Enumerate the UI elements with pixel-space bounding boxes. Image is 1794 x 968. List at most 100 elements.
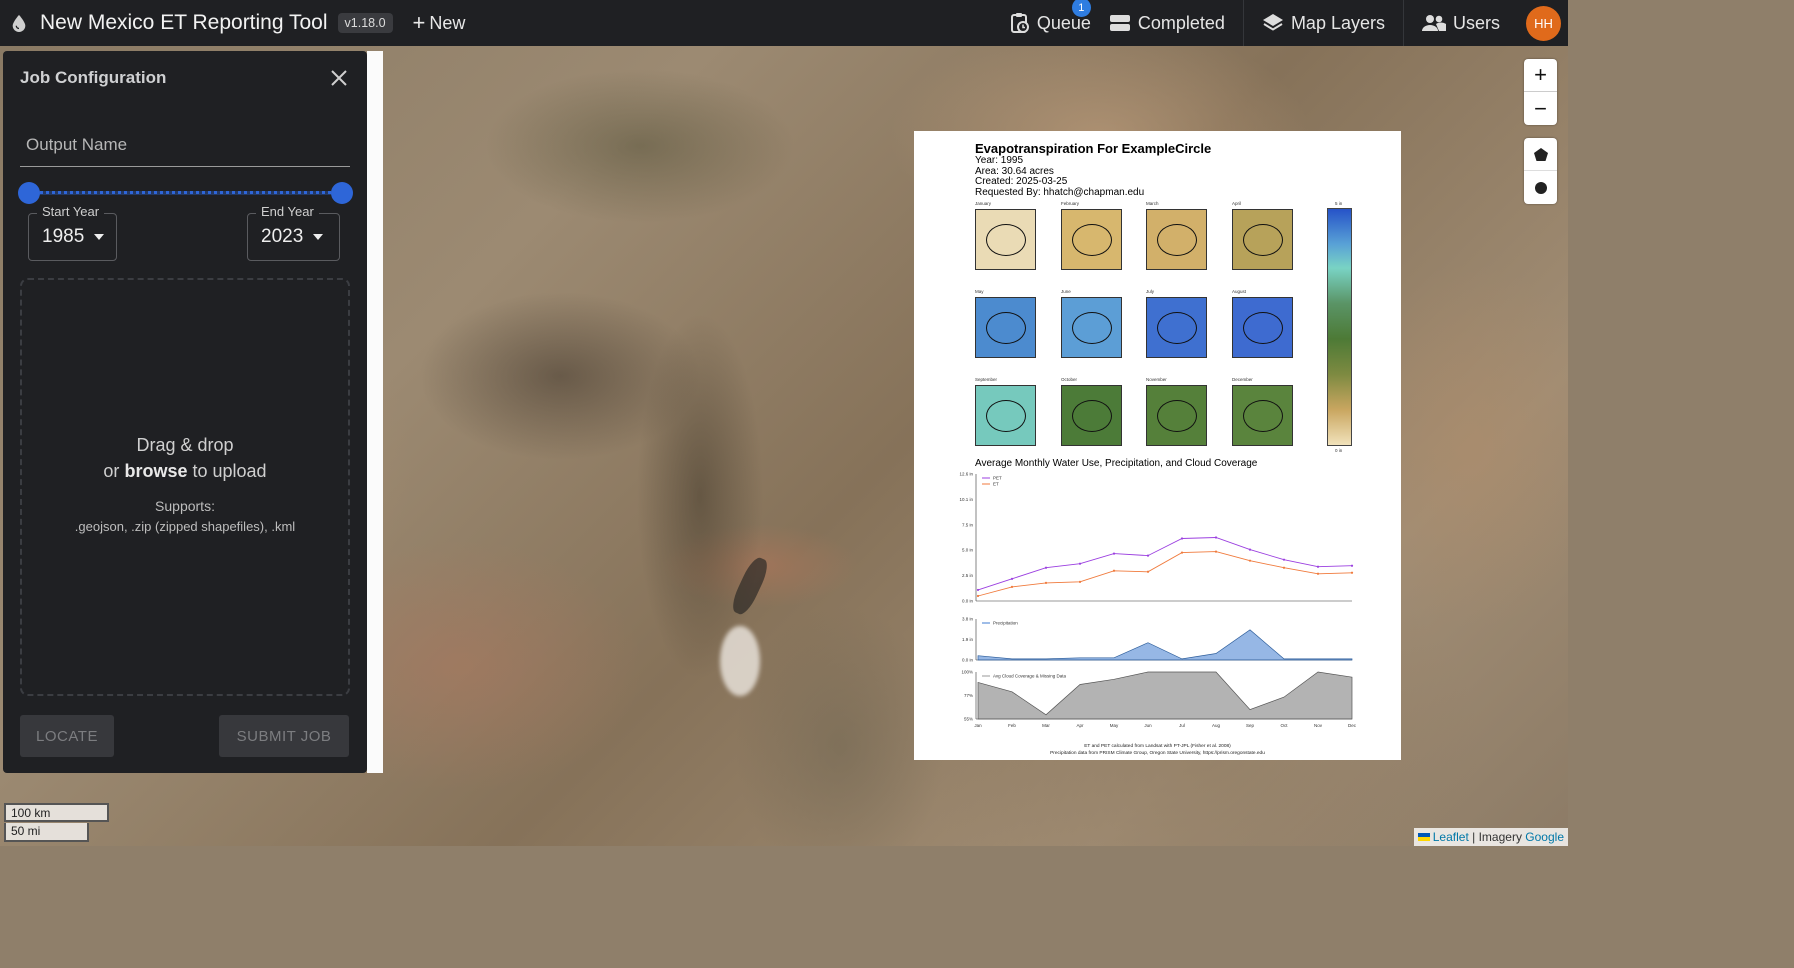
y-tick-label: 55% xyxy=(964,717,973,722)
data-point xyxy=(1316,572,1320,575)
app-title: New Mexico ET Reporting Tool xyxy=(40,11,328,34)
draw-circle-button[interactable] xyxy=(1524,171,1557,204)
map-dark-feature xyxy=(728,554,772,618)
scale-km: 100 km xyxy=(4,803,109,822)
output-name-input[interactable]: Output Name xyxy=(20,131,350,167)
zoom-in-button[interactable]: + xyxy=(1524,59,1557,92)
series-line xyxy=(977,537,1353,591)
dropzone-to-upload: to upload xyxy=(192,461,267,481)
dropzone-or: or xyxy=(103,461,120,481)
data-point xyxy=(1214,550,1218,553)
end-year-label: End Year xyxy=(256,204,319,219)
user-avatar[interactable]: HH xyxy=(1526,5,1561,41)
data-point xyxy=(1044,566,1048,569)
data-point xyxy=(1112,569,1116,572)
attribution-sep: | xyxy=(1472,830,1476,844)
imagery-label: Imagery xyxy=(1478,830,1522,844)
data-point xyxy=(1316,565,1320,568)
supported-types: .geojson, .zip (zipped shapefiles), .kml xyxy=(74,519,296,534)
users-button[interactable]: Users xyxy=(1402,0,1518,46)
leaflet-link[interactable]: Leaflet xyxy=(1433,830,1469,844)
scale-mi: 50 mi xyxy=(4,823,89,842)
data-point xyxy=(1010,577,1014,580)
submit-job-button[interactable]: SUBMIT JOB xyxy=(219,715,349,757)
slider-end-handle[interactable] xyxy=(331,182,353,204)
x-tick-label: Oct xyxy=(1280,723,1288,728)
data-point xyxy=(1282,566,1286,569)
x-tick-label: Jun xyxy=(1144,723,1152,728)
report-footer-1: ET and PET calculated from Landsat with … xyxy=(1084,744,1231,749)
close-icon[interactable] xyxy=(328,67,350,89)
data-point xyxy=(1248,548,1252,551)
x-tick-label: Dec xyxy=(1348,723,1357,728)
start-year-value: 1985 xyxy=(42,226,85,247)
data-point xyxy=(1180,537,1184,540)
chevron-down-icon xyxy=(313,234,324,240)
ukraine-flag-icon xyxy=(1417,833,1430,841)
y-tick-label: 77% xyxy=(964,693,973,698)
polygon-icon xyxy=(1533,147,1548,161)
locate-button[interactable]: LOCATE xyxy=(20,715,114,757)
data-point xyxy=(976,588,980,592)
x-tick-label: Apr xyxy=(1076,723,1084,728)
supports-label: Supports: xyxy=(155,498,215,514)
plus-icon: + xyxy=(412,10,426,35)
y-tick-label: 100% xyxy=(961,670,973,675)
series-area xyxy=(977,671,1353,720)
data-point xyxy=(976,594,980,598)
users-label: Users xyxy=(1452,12,1500,33)
clipboard-clock-icon xyxy=(1010,13,1029,33)
x-tick-label: Feb xyxy=(1008,723,1016,728)
legend-label: Precipitation xyxy=(993,621,1018,626)
archive-icon xyxy=(1109,15,1130,31)
data-point xyxy=(1010,585,1014,588)
queue-button[interactable]: Queue 1 xyxy=(992,0,1101,46)
data-point xyxy=(1044,581,1048,584)
series-area xyxy=(977,629,1353,661)
start-year-select[interactable]: Start Year 1985 xyxy=(28,204,117,261)
users-icon xyxy=(1421,15,1446,31)
dropzone-line1: Drag & drop xyxy=(136,435,234,455)
y-tick-label: 12.6 in xyxy=(959,472,973,477)
new-button[interactable]: + New xyxy=(413,12,466,34)
x-tick-label: Jan xyxy=(974,723,982,728)
zoom-control: + − xyxy=(1524,59,1557,125)
map-layers-button[interactable]: Map Layers xyxy=(1242,0,1403,46)
top-nav: Queue 1 Completed Map Layers Users HH xyxy=(992,0,1568,46)
map-attribution: Leaflet | Imagery Google xyxy=(1413,828,1568,846)
file-dropzone[interactable]: Drag & drop or browse to upload Supports… xyxy=(20,278,350,696)
draw-polygon-button[interactable] xyxy=(1524,138,1557,171)
x-tick-label: Jul xyxy=(1179,723,1185,728)
report-footer-2: Precipitation data from PRISM Climate Gr… xyxy=(1050,751,1265,756)
x-tick-label: May xyxy=(1110,723,1119,728)
map-white-feature xyxy=(720,626,760,696)
google-link[interactable]: Google xyxy=(1525,830,1564,844)
completed-button[interactable]: Completed xyxy=(1101,0,1243,46)
end-year-value: 2023 xyxy=(261,226,304,247)
top-bar: New Mexico ET Reporting Tool v1.18.0 + N… xyxy=(0,0,1568,46)
x-tick-label: Nov xyxy=(1314,723,1323,728)
panel-scrollbar[interactable] xyxy=(367,51,383,773)
slider-start-handle[interactable] xyxy=(18,182,40,204)
data-point xyxy=(1112,552,1116,555)
brand: New Mexico ET Reporting Tool v1.18.0 xyxy=(10,11,393,35)
data-point xyxy=(1078,562,1082,565)
year-range-slider[interactable] xyxy=(18,181,353,205)
completed-label: Completed xyxy=(1137,12,1225,33)
data-point xyxy=(1350,571,1354,574)
version-badge: v1.18.0 xyxy=(337,13,393,33)
zoom-out-button[interactable]: − xyxy=(1524,92,1557,125)
report-preview[interactable]: Evapotranspiration For ExampleCircle Yea… xyxy=(914,131,1401,760)
layers-icon xyxy=(1262,14,1283,31)
end-year-select[interactable]: End Year 2023 xyxy=(247,204,340,261)
start-year-label: Start Year xyxy=(37,204,105,219)
y-tick-label: 10.1 in xyxy=(959,497,973,502)
browse-link[interactable]: browse xyxy=(124,461,187,481)
y-tick-label: 3.8 in xyxy=(962,617,974,622)
data-point xyxy=(1248,559,1252,562)
series-line xyxy=(977,551,1353,597)
legend-label: Avg Cloud Coverage & Missing Data xyxy=(993,674,1066,679)
y-tick-label: 0.0 in xyxy=(962,599,974,604)
draw-toolbar xyxy=(1524,138,1557,204)
map-layers-label: Map Layers xyxy=(1290,12,1385,33)
